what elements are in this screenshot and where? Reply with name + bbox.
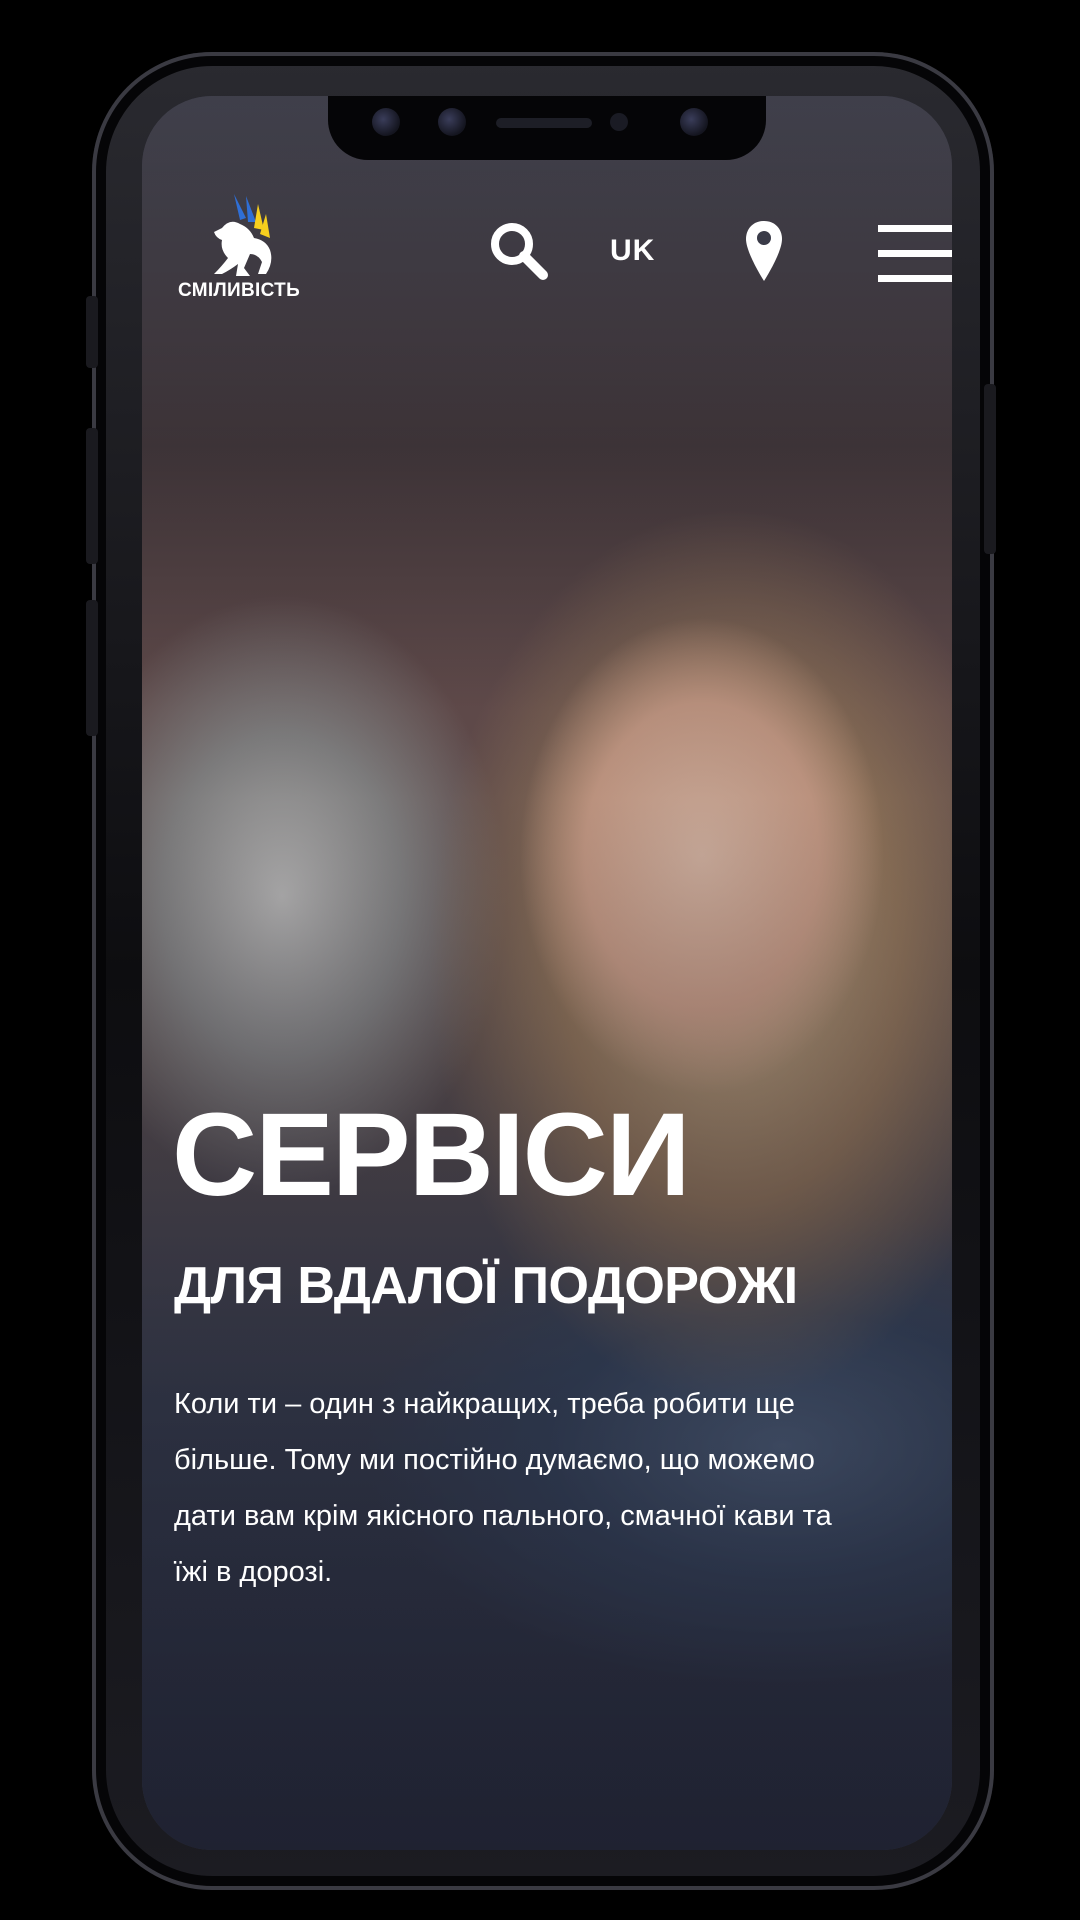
phone-notch bbox=[328, 96, 766, 160]
camera-lens bbox=[372, 108, 400, 136]
hero-description-line: їжі в дорозі. bbox=[174, 1556, 333, 1588]
front-camera bbox=[680, 108, 708, 136]
earpiece-speaker bbox=[496, 118, 592, 128]
hamburger-menu-icon bbox=[878, 225, 952, 282]
camera-lens bbox=[438, 108, 466, 136]
side-button-mute bbox=[86, 296, 98, 368]
brand-logo[interactable]: СМІЛИВІСТЬ bbox=[174, 188, 304, 312]
griffin-logo-icon bbox=[214, 194, 272, 276]
language-switcher[interactable]: UK bbox=[610, 234, 655, 268]
hero-description-line: Коли ти – один з найкращих, треба робити… bbox=[174, 1388, 795, 1420]
hero-description: Коли ти – один з найкращих, треба робити… bbox=[174, 1376, 952, 1600]
location-button[interactable] bbox=[742, 218, 786, 284]
side-button-power bbox=[984, 384, 996, 554]
phone-screen: СМІЛИВІСТЬ UK СЕРВІСИ ДЛЯ ВДАЛОЇ ПОДОРОЖ… bbox=[142, 96, 952, 1850]
search-button[interactable] bbox=[486, 218, 550, 282]
brand-name: СМІЛИВІСТЬ bbox=[177, 280, 301, 301]
hero-description-line: більше. Тому ми постійно думаємо, що мож… bbox=[174, 1444, 815, 1476]
hero-subtitle: ДЛЯ ВДАЛОЇ ПОДОРОЖІ bbox=[174, 1257, 798, 1315]
hero-title: СЕРВІСИ bbox=[172, 1089, 691, 1221]
proximity-sensor bbox=[610, 113, 628, 131]
hero-description-line: дати вам крім якісного пального, смачної… bbox=[174, 1500, 832, 1532]
menu-button[interactable] bbox=[878, 222, 952, 286]
location-pin-icon bbox=[746, 221, 782, 281]
search-icon bbox=[491, 223, 548, 280]
side-button-volume-down bbox=[86, 600, 98, 736]
side-button-volume-up bbox=[86, 428, 98, 564]
device-mockup: СМІЛИВІСТЬ UK СЕРВІСИ ДЛЯ ВДАЛОЇ ПОДОРОЖ… bbox=[0, 0, 1080, 1920]
